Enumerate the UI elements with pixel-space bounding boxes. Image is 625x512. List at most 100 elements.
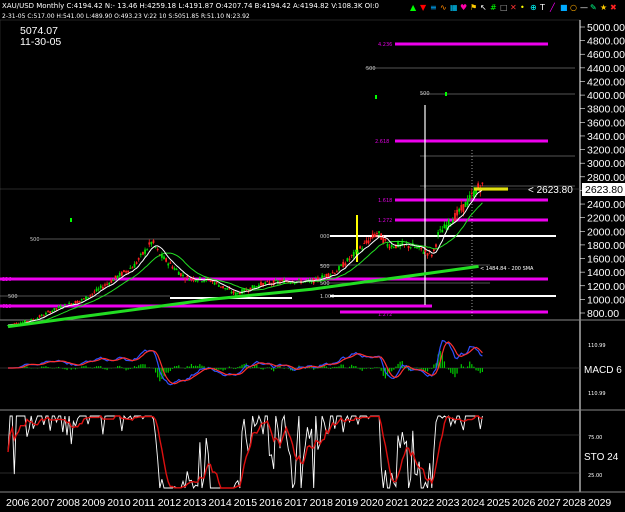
circle-icon[interactable]: ○ <box>570 3 577 12</box>
price-tick-label: 1200.00 <box>587 281 625 293</box>
candle-body <box>363 242 366 244</box>
candle-body <box>239 292 241 295</box>
close-icon[interactable]: ✖ <box>610 3 617 12</box>
candle-body <box>432 249 435 251</box>
year-label: 2016 <box>259 497 283 509</box>
candle-body <box>188 279 191 281</box>
price-axis: 5000.00 4800.004600.00 4400.004200.00 4000.… <box>580 22 625 320</box>
text-icon[interactable]: T <box>539 3 545 12</box>
candle-body <box>129 267 132 269</box>
pin-icon[interactable]: • <box>520 3 525 12</box>
year-label: 2021 <box>386 497 410 509</box>
candle-body <box>123 270 125 273</box>
year-label: 2015 <box>234 497 258 509</box>
candle-body <box>426 253 429 256</box>
candle-body <box>51 310 54 312</box>
candle-body <box>420 247 423 250</box>
year-label: 2025 <box>487 497 511 509</box>
candle-body <box>45 312 47 315</box>
candle-body <box>194 280 197 282</box>
candle-body <box>112 279 115 282</box>
candle-body <box>416 246 418 249</box>
candle-body <box>217 285 220 287</box>
candle-body <box>336 271 338 273</box>
candle-body <box>40 314 43 316</box>
price-tick-label: 3800.00 <box>587 104 625 116</box>
arrow-up-icon[interactable]: ▲ <box>410 3 417 12</box>
price-tick-label: 2000.00 <box>587 226 625 238</box>
price-tick-label: 3000.00 <box>587 158 625 170</box>
candle-body <box>171 266 174 269</box>
minus-icon[interactable]: — <box>580 3 588 12</box>
square-icon[interactable]: ■ <box>560 3 568 12</box>
candle-body <box>378 231 380 233</box>
candle-body <box>346 258 349 262</box>
candle-body <box>462 204 465 212</box>
flag-icon[interactable]: ⚑ <box>470 3 477 12</box>
candle-body <box>350 254 353 256</box>
candle-body <box>430 254 433 257</box>
candle-body <box>232 291 235 294</box>
last-price-arrow: < 2623.80 <box>528 185 573 196</box>
cursor-date: 11-30-05 <box>20 36 61 48</box>
candle-body <box>260 282 262 286</box>
candle-body <box>281 279 283 281</box>
candle-body <box>137 258 140 260</box>
candle-body <box>220 286 222 288</box>
candle-body <box>392 247 395 249</box>
candle-body <box>89 295 92 297</box>
year-label: 2010 <box>107 497 131 509</box>
candle-body <box>454 213 456 221</box>
bars-icon[interactable]: ≡ <box>430 3 437 12</box>
candle-body <box>344 263 347 266</box>
arrow-down-icon[interactable]: ▼ <box>420 3 427 12</box>
year-label: 2028 <box>563 497 587 509</box>
candle-body <box>215 282 218 284</box>
year-label: 2013 <box>183 497 207 509</box>
price-tick-label: 800.00 <box>587 308 619 320</box>
year-label: 2011 <box>133 497 156 509</box>
candle-body <box>114 275 117 279</box>
cursor-icon[interactable]: ↖ <box>480 3 487 12</box>
zoom-icon[interactable]: ⊕ <box>530 3 537 12</box>
candle-body <box>456 209 458 216</box>
year-label: 2022 <box>411 497 435 509</box>
candle-body <box>439 229 442 231</box>
candle-body <box>144 249 146 254</box>
star-icon[interactable]: ★ <box>600 3 607 12</box>
marker-dot <box>445 92 447 96</box>
candle-body <box>85 296 87 300</box>
candle-body <box>458 208 461 212</box>
candle-body <box>361 248 364 250</box>
box-icon[interactable]: □ <box>500 3 508 12</box>
pen-icon[interactable]: ✎ <box>590 3 597 12</box>
price-tick-label: 5000.00 <box>587 22 625 34</box>
candle-body <box>163 256 165 260</box>
wave-icon[interactable]: ∿ <box>440 3 447 12</box>
chart-icon[interactable]: ▦ <box>450 3 458 12</box>
macd-tick-bottom: 110.99 <box>588 391 606 397</box>
x-icon[interactable]: ✕ <box>510 3 517 12</box>
candle-body <box>80 299 83 301</box>
year-label: 2020 <box>360 497 384 509</box>
price-tick-label: 1800.00 <box>587 240 625 252</box>
candle-body <box>148 242 151 245</box>
candle-body <box>53 308 56 311</box>
candle-body <box>468 195 471 201</box>
candle-body <box>354 249 357 252</box>
candle-body <box>241 289 243 294</box>
price-tick-label: 3200.00 <box>587 145 625 157</box>
candle-body <box>424 250 427 252</box>
year-label: 2029 <box>588 497 612 509</box>
candle-body <box>83 298 85 300</box>
candle-body <box>224 288 227 290</box>
candle-body <box>348 258 351 260</box>
candle-body <box>156 249 159 251</box>
ref-label-d: 500 <box>420 91 430 97</box>
candle-body <box>179 273 182 277</box>
grid-icon[interactable]: # <box>490 3 497 12</box>
candle-body <box>131 267 134 269</box>
candle-body <box>99 285 102 288</box>
heart-icon[interactable]: ♥ <box>460 3 467 12</box>
candle-body <box>169 262 172 264</box>
